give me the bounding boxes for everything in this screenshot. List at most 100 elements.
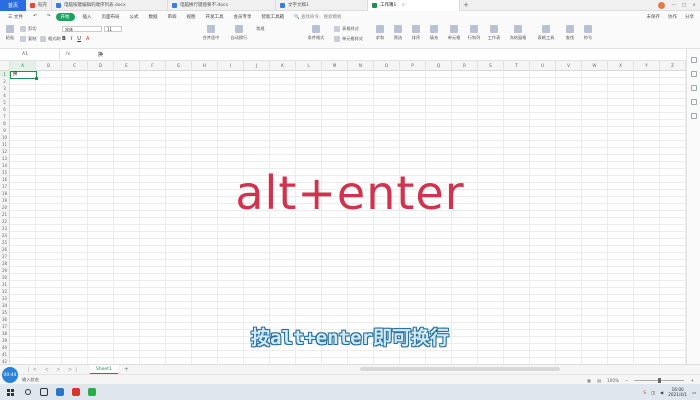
zoom-slider[interactable] bbox=[634, 377, 685, 383]
wechat-icon[interactable] bbox=[84, 384, 100, 400]
column-header[interactable]: W bbox=[582, 61, 608, 71]
column-header[interactable]: L bbox=[296, 61, 322, 71]
merge-center-button[interactable]: 合并居中 bbox=[200, 25, 222, 41]
symbol-button[interactable]: 符号 bbox=[580, 25, 596, 41]
row-header[interactable]: 10 bbox=[0, 134, 9, 141]
zoom-in-icon[interactable]: + bbox=[690, 378, 694, 383]
row-header[interactable]: 28 bbox=[0, 260, 9, 267]
font-name-select[interactable]: 宋体 bbox=[62, 26, 102, 32]
store-icon[interactable] bbox=[52, 384, 68, 400]
horizontal-scrollbar[interactable] bbox=[360, 367, 560, 371]
column-header[interactable]: U bbox=[530, 61, 556, 71]
search-command[interactable]: 🔍 查找命令、搜索模板 bbox=[289, 14, 347, 20]
row-header[interactable]: 7 bbox=[0, 113, 9, 120]
cell-style-button[interactable]: 单元格样式 bbox=[334, 36, 363, 42]
underline-button[interactable]: U bbox=[77, 36, 81, 42]
menu-view[interactable]: 视图 bbox=[182, 14, 201, 20]
menu-review[interactable]: 审阅 bbox=[163, 14, 182, 20]
tab-docer[interactable]: 稻壳 bbox=[26, 0, 52, 11]
formula-input[interactable]: 换 bbox=[98, 51, 103, 58]
menu-formula[interactable]: 公式 bbox=[125, 14, 144, 20]
font-size-select[interactable]: 11 bbox=[104, 26, 122, 32]
font-color-button[interactable]: A bbox=[86, 36, 89, 42]
start-button[interactable] bbox=[0, 384, 20, 400]
fill-handle[interactable] bbox=[35, 77, 38, 80]
sheet-nav-buttons[interactable]: |< < > >| bbox=[28, 367, 80, 373]
file-menu[interactable]: 三 文件 bbox=[3, 14, 28, 20]
column-header[interactable]: R bbox=[452, 61, 478, 71]
row-header[interactable]: 6 bbox=[0, 106, 9, 113]
row-header[interactable]: 24 bbox=[0, 232, 9, 239]
new-tab-button[interactable]: + bbox=[460, 1, 472, 9]
row-header[interactable]: 41 bbox=[0, 351, 9, 358]
paste-button[interactable]: 粘贴 bbox=[2, 25, 18, 41]
column-header[interactable]: H bbox=[192, 61, 218, 71]
filter-button[interactable]: 筛选 bbox=[390, 25, 406, 41]
network-icon[interactable]: ◫ bbox=[651, 390, 655, 395]
home-tab[interactable]: 首页 bbox=[0, 0, 26, 11]
column-header[interactable]: O bbox=[374, 61, 400, 71]
column-header[interactable]: G bbox=[166, 61, 192, 71]
cell-button[interactable]: 单元格 bbox=[446, 25, 462, 41]
tab-doc-3[interactable]: 文字文稿1 bbox=[276, 0, 368, 11]
column-header[interactable]: I bbox=[218, 61, 244, 71]
column-header[interactable]: P bbox=[400, 61, 426, 71]
property-icon[interactable] bbox=[690, 85, 697, 91]
column-header[interactable]: Z bbox=[660, 61, 686, 71]
menu-start[interactable]: 开始 bbox=[55, 12, 75, 21]
table-style-button[interactable]: 表格样式 bbox=[334, 26, 359, 32]
redo-icon[interactable]: ↷ bbox=[42, 14, 56, 19]
row-header[interactable]: 9 bbox=[0, 127, 9, 134]
row-header[interactable]: 23 bbox=[0, 225, 9, 232]
add-sheet-button[interactable]: + bbox=[124, 366, 129, 373]
row-header[interactable]: 11 bbox=[0, 141, 9, 148]
worksheet-button[interactable]: 工作表 bbox=[486, 25, 502, 41]
menu-smart-tools[interactable]: 智能工具箱 bbox=[257, 14, 290, 20]
column-header[interactable]: M bbox=[322, 61, 348, 71]
row-col-button[interactable]: 行和列 bbox=[466, 25, 482, 41]
row-header[interactable]: 1 bbox=[0, 71, 9, 78]
style-icon[interactable] bbox=[690, 71, 697, 77]
column-header[interactable]: Q bbox=[426, 61, 452, 71]
row-header[interactable]: 30 bbox=[0, 274, 9, 281]
menu-page-layout[interactable]: 页面布局 bbox=[97, 14, 125, 20]
ime-icon[interactable]: S bbox=[643, 390, 646, 395]
row-header[interactable]: 33 bbox=[0, 295, 9, 302]
page-view-icon[interactable]: ▤ bbox=[597, 378, 601, 383]
column-header[interactable]: V bbox=[556, 61, 582, 71]
row-header[interactable]: 12 bbox=[0, 148, 9, 155]
column-header[interactable]: A bbox=[10, 61, 36, 71]
conditional-format-button[interactable]: 条件格式 bbox=[305, 25, 327, 41]
search-taskbar-icon[interactable] bbox=[20, 384, 36, 400]
fill-button[interactable]: 填充 bbox=[426, 25, 442, 41]
table-tools-button[interactable]: 表格工具 bbox=[536, 25, 556, 41]
number-format-select[interactable]: 常规 bbox=[256, 26, 264, 32]
wps-icon[interactable] bbox=[68, 384, 84, 400]
close-window-icon[interactable]: × bbox=[692, 3, 696, 8]
bold-button[interactable]: B bbox=[62, 36, 66, 42]
sheet-tab-sheet1[interactable]: Sheet1 bbox=[89, 364, 118, 375]
menu-developer[interactable]: 开发工具 bbox=[201, 14, 229, 20]
active-cell[interactable]: 换 bbox=[10, 71, 38, 80]
italic-button[interactable]: I bbox=[71, 36, 72, 42]
row-header[interactable]: 22 bbox=[0, 218, 9, 225]
tab-workbook[interactable]: 工作簿1 × bbox=[368, 0, 460, 11]
menu-data[interactable]: 数据 bbox=[144, 14, 163, 20]
row-header[interactable]: 3 bbox=[0, 85, 9, 92]
row-header[interactable]: 29 bbox=[0, 267, 9, 274]
maximize-icon[interactable]: □ bbox=[682, 3, 686, 8]
column-header[interactable]: B bbox=[36, 61, 62, 71]
column-header[interactable]: D bbox=[88, 61, 114, 71]
freeze-panes-button[interactable]: 冻结窗格 bbox=[508, 25, 528, 41]
column-header[interactable]: F bbox=[140, 61, 166, 71]
volume-icon[interactable]: ◀ bbox=[660, 390, 663, 395]
row-header[interactable]: 34 bbox=[0, 302, 9, 309]
menu-insert[interactable]: 插入 bbox=[78, 14, 97, 20]
row-header[interactable]: 14 bbox=[0, 162, 9, 169]
row-header[interactable]: 36 bbox=[0, 316, 9, 323]
avatar[interactable] bbox=[658, 2, 666, 9]
column-header[interactable]: K bbox=[270, 61, 296, 71]
copy-button[interactable]: 复制 bbox=[20, 36, 36, 42]
undo-icon[interactable]: ↶ bbox=[28, 14, 42, 19]
tab-doc-2[interactable]: 电脑换行键盘要不.docx bbox=[168, 0, 276, 11]
